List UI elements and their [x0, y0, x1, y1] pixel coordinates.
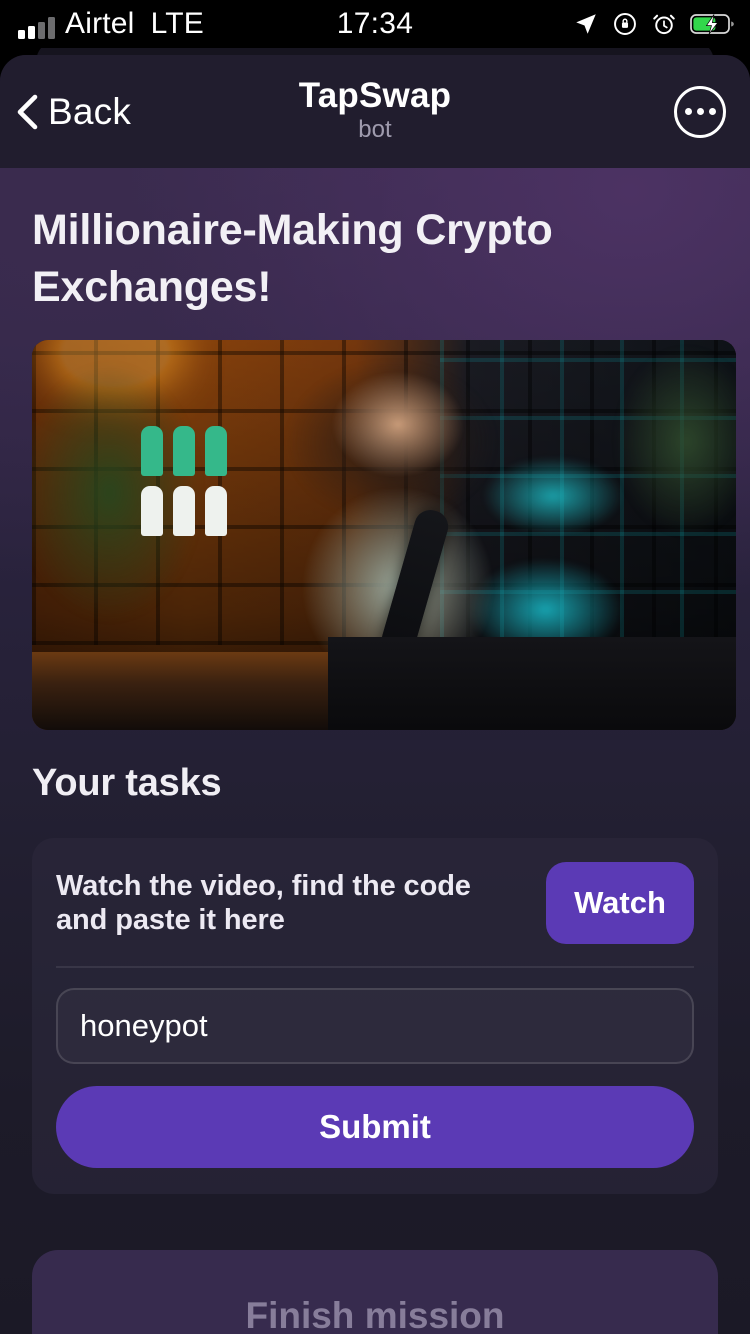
- status-bar-right: [573, 11, 736, 37]
- finish-mission-button[interactable]: Finish mission: [32, 1250, 718, 1334]
- task-card: Watch the video, find the code and paste…: [32, 838, 718, 1195]
- alarm-clock-icon: [651, 11, 677, 37]
- chevron-left-icon: [14, 93, 40, 131]
- status-bar: Airtel LTE 17:34: [0, 0, 750, 48]
- back-label: Back: [48, 90, 132, 132]
- location-arrow-icon: [573, 11, 599, 37]
- back-button[interactable]: Back: [14, 91, 131, 133]
- phone-screen: Airtel LTE 17:34 Back TapSwap bot Millio…: [0, 0, 750, 1334]
- task-header-row: Watch the video, find the code and paste…: [56, 862, 694, 945]
- app-header: Back TapSwap bot: [0, 55, 750, 168]
- video-thumbnail[interactable]: [32, 340, 736, 731]
- app-subtitle: bot: [358, 115, 392, 143]
- page-title: Millionaire-Making Crypto Exchanges!: [32, 206, 553, 312]
- video-desk-shadow: [327, 636, 736, 731]
- video-figurines: [141, 426, 228, 537]
- battery-charging-icon: [690, 12, 736, 36]
- video-plant-right: [616, 348, 736, 536]
- code-input[interactable]: [56, 988, 694, 1065]
- header-title-block: TapSwap bot: [298, 76, 452, 143]
- more-dots-icon[interactable]: [674, 85, 726, 138]
- submit-button[interactable]: Submit: [56, 1086, 694, 1169]
- app-sheet: Back TapSwap bot Millionaire-Making Cryp…: [0, 55, 750, 1334]
- task-description: Watch the video, find the code and paste…: [56, 869, 471, 937]
- section-title-your-tasks: Your tasks: [32, 762, 222, 805]
- task-divider: [56, 966, 694, 969]
- content-area: Millionaire-Making Crypto Exchanges! You…: [0, 168, 750, 1334]
- app-title: TapSwap: [298, 76, 452, 116]
- rotation-lock-icon: [612, 11, 638, 37]
- watch-button[interactable]: Watch: [546, 862, 694, 945]
